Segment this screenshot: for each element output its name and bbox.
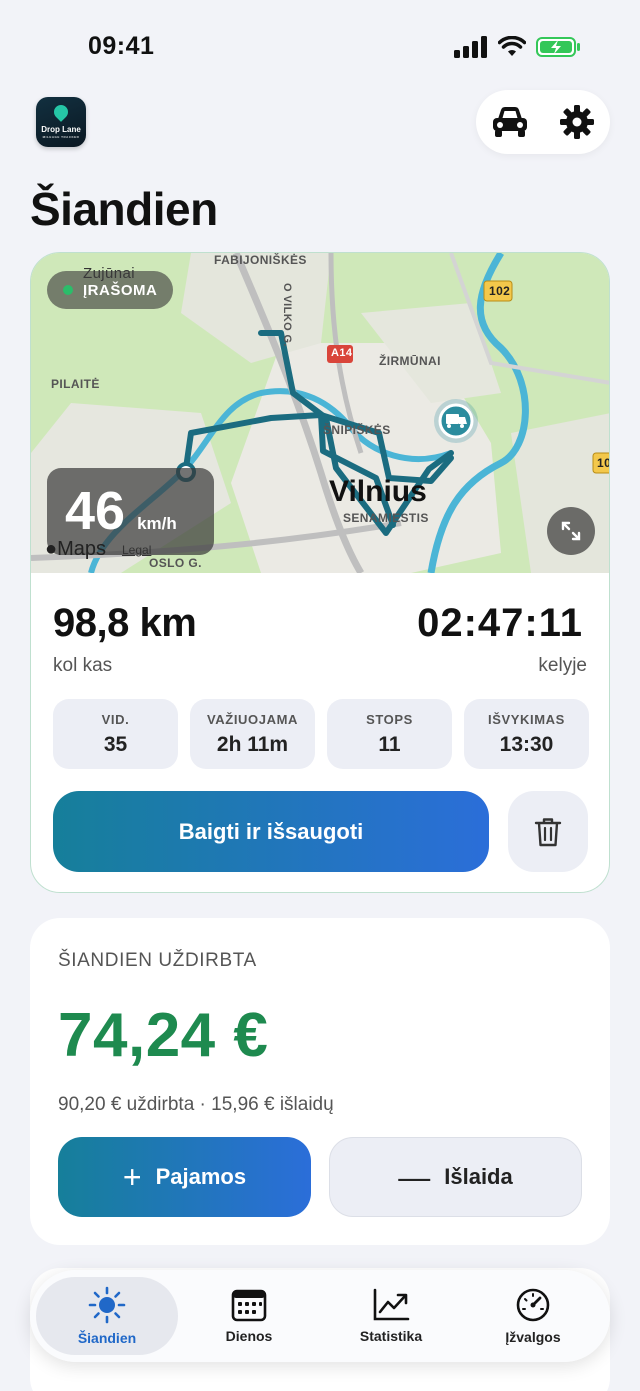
stat-value: 13:30	[499, 732, 554, 756]
expand-map-button[interactable]	[547, 507, 595, 555]
trip-distance: 98,8 km	[53, 601, 197, 645]
map-label-o-vilko: O VILKO G.	[281, 283, 293, 347]
recording-status-badge: ĮRAŠOMA	[47, 271, 174, 309]
tab-today[interactable]: Šiandien	[36, 1277, 178, 1355]
legal-link[interactable]: Legal	[122, 543, 151, 557]
tab-insights[interactable]: Įžvalgos	[462, 1277, 604, 1355]
map-label-senamiestis: SENAMIESTIS	[343, 511, 429, 525]
sun-icon	[88, 1286, 126, 1324]
speed-value: 46	[65, 481, 126, 541]
stat-departure: IŠVYKIMAS 13:30	[464, 699, 589, 769]
add-expense-label: Išlaida	[444, 1164, 513, 1189]
app-logo: Drop Lane MILEAGE TRACKER	[36, 97, 86, 147]
earnings-breakdown: 90,20 € uždirbta · 15,96 € išlaidų	[58, 1094, 334, 1115]
trash-icon	[534, 817, 562, 846]
recording-dot	[63, 285, 73, 295]
status-icons	[454, 36, 582, 58]
gauge-icon	[516, 1288, 550, 1322]
recording-label: ĮRAŠOMA	[83, 281, 158, 299]
location-pin-icon	[51, 102, 71, 122]
trip-distance-caption: kol kas	[53, 655, 113, 676]
status-bar: 09:41	[0, 0, 640, 94]
stat-label: VID.	[101, 711, 130, 727]
trip-stats: VID. 35 VAŽIUOJAMA 2h 11m STOPS 11 IŠVYK…	[53, 699, 589, 769]
map-label-zirmunai: ŽIRMŪNAI	[379, 354, 441, 368]
plus-icon: +	[122, 1159, 142, 1195]
tab-bar: Šiandien Dienos Statistika Įžvalgos	[30, 1270, 610, 1362]
map-label-oslo: OSLO G.	[149, 556, 202, 570]
trip-duration: 02:47:11	[417, 601, 583, 645]
chart-icon	[373, 1288, 410, 1321]
earnings-net-value: 74,24 €	[58, 1001, 269, 1070]
status-time: 09:41	[88, 32, 155, 60]
map-label-pilaite: PILAITĖ	[51, 377, 100, 391]
car-icon	[492, 107, 527, 137]
map-label-vilnius: Vilnius	[329, 475, 427, 508]
tab-label: Dienos	[225, 1328, 273, 1344]
stat-value: 2h 11m	[216, 732, 289, 756]
tab-label: Šiandien	[77, 1330, 137, 1346]
add-expense-button[interactable]: — Išlaida	[329, 1137, 582, 1217]
page-title: Šiandien	[30, 183, 218, 235]
maps-attribution: ●Maps Legal	[45, 538, 151, 561]
tab-days[interactable]: Dienos	[178, 1277, 320, 1355]
road-badge-102: 102	[489, 284, 511, 298]
gear-icon	[559, 105, 594, 139]
stat-label: STOPS	[366, 711, 413, 727]
earnings-card: ŠIANDIEN UŽDIRBTA 74,24 € 90,20 € uždirb…	[30, 918, 610, 1245]
vehicle-button[interactable]	[488, 100, 532, 144]
stat-value: 11	[378, 732, 401, 756]
calendar-icon	[231, 1289, 267, 1322]
add-income-label: Pajamos	[155, 1164, 247, 1189]
app-logo-name: Drop Lane	[41, 125, 81, 134]
map-label-fabijoniskes: FABIJONIŠKĖS	[214, 253, 307, 267]
tab-label: Statistika	[359, 1328, 423, 1344]
road-badge-a14: A14	[331, 347, 353, 359]
wifi-icon	[498, 36, 526, 56]
settings-button[interactable]	[555, 100, 599, 144]
stat-stops: STOPS 11	[327, 699, 452, 769]
minus-icon: —	[398, 1159, 431, 1195]
maps-credit: ●Maps	[45, 538, 106, 560]
expand-icon	[561, 521, 581, 541]
signal-icon	[454, 36, 487, 58]
app-logo-tagline: MILEAGE TRACKER	[42, 135, 80, 139]
trip-duration-caption: kelyje	[538, 655, 587, 676]
stat-label: IŠVYKIMAS	[488, 711, 565, 727]
delete-trip-button[interactable]	[508, 791, 588, 872]
earnings-label: ŠIANDIEN UŽDIRBTA	[58, 950, 257, 971]
add-income-button[interactable]: + Pajamos	[58, 1137, 311, 1217]
tab-statistics[interactable]: Statistika	[320, 1277, 462, 1355]
stat-value: 35	[103, 732, 128, 756]
speed-unit: km/h	[137, 514, 177, 533]
route-map[interactable]: 102 A14 10 Zujūnai FABIJONIŠKĖS ŽIRMŪNAI…	[31, 253, 610, 573]
finish-and-save-button[interactable]: Baigti ir išsaugoti	[53, 791, 489, 872]
stat-average-speed: VID. 35	[53, 699, 178, 769]
stat-label: VAŽIUOJAMA	[207, 711, 298, 727]
battery-charging-icon	[536, 37, 580, 57]
tracking-card: 102 A14 10 Zujūnai FABIJONIŠKĖS ŽIRMŪNAI…	[30, 252, 610, 893]
road-badge-10: 10	[597, 456, 610, 470]
stat-driving-time: VAŽIUOJAMA 2h 11m	[190, 699, 315, 769]
tab-label: Įžvalgos	[505, 1329, 561, 1345]
header-actions	[476, 90, 610, 154]
map-label-snipiskes: ŠNIPIŠKĖS	[323, 423, 391, 437]
